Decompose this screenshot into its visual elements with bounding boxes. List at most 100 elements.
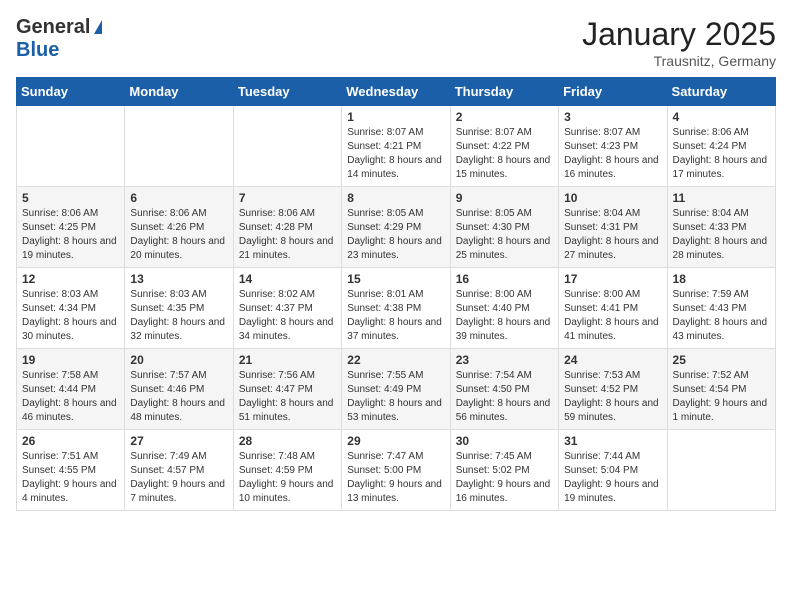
day-number: 14 <box>239 272 336 286</box>
day-number: 25 <box>673 353 770 367</box>
day-info: Sunrise: 8:07 AM Sunset: 4:22 PM Dayligh… <box>456 126 553 182</box>
calendar-cell: 4 Sunrise: 8:06 AM Sunset: 4:24 PM Daylig… <box>667 106 775 187</box>
calendar-cell: 5 Sunrise: 8:06 AM Sunset: 4:25 PM Daylig… <box>17 187 125 268</box>
calendar-cell: 10Sunrise: 8:04 AM Sunset: 4:31 PM Dayli… <box>559 187 667 268</box>
day-number: 10 <box>564 191 661 205</box>
location-text: Trausnitz, Germany <box>582 53 776 69</box>
day-info: Sunrise: 8:06 AM Sunset: 4:26 PM Dayligh… <box>130 207 227 263</box>
day-number: 3 <box>564 110 661 124</box>
day-info: Sunrise: 7:48 AM Sunset: 4:59 PM Dayligh… <box>239 450 336 506</box>
calendar-week-5: 26Sunrise: 7:51 AM Sunset: 4:55 PM Dayli… <box>17 430 776 511</box>
title-area: January 2025 Trausnitz, Germany <box>582 16 776 69</box>
calendar-cell: 6 Sunrise: 8:06 AM Sunset: 4:26 PM Daylig… <box>125 187 233 268</box>
day-info: Sunrise: 8:05 AM Sunset: 4:30 PM Dayligh… <box>456 207 553 263</box>
day-number: 29 <box>347 434 444 448</box>
calendar-cell: 25Sunrise: 7:52 AM Sunset: 4:54 PM Dayli… <box>667 349 775 430</box>
day-number: 4 <box>673 110 770 124</box>
day-info: Sunrise: 7:57 AM Sunset: 4:46 PM Dayligh… <box>130 369 227 425</box>
day-info: Sunrise: 8:06 AM Sunset: 4:24 PM Dayligh… <box>673 126 770 182</box>
calendar-cell <box>17 106 125 187</box>
day-number: 7 <box>239 191 336 205</box>
calendar-cell: 24Sunrise: 7:53 AM Sunset: 4:52 PM Dayli… <box>559 349 667 430</box>
day-info: Sunrise: 7:58 AM Sunset: 4:44 PM Dayligh… <box>22 369 119 425</box>
day-header-wednesday: Wednesday <box>342 78 450 106</box>
day-header-tuesday: Tuesday <box>233 78 341 106</box>
day-header-monday: Monday <box>125 78 233 106</box>
calendar-cell: 7 Sunrise: 8:06 AM Sunset: 4:28 PM Daylig… <box>233 187 341 268</box>
calendar-cell <box>667 430 775 511</box>
calendar-week-2: 5 Sunrise: 8:06 AM Sunset: 4:25 PM Daylig… <box>17 187 776 268</box>
calendar-cell: 30 Sunrise: 7:45 AM Sunset: 5:02 PM Dayli… <box>450 430 558 511</box>
day-number: 19 <box>22 353 119 367</box>
calendar-cell: 26Sunrise: 7:51 AM Sunset: 4:55 PM Dayli… <box>17 430 125 511</box>
day-number: 6 <box>130 191 227 205</box>
day-number: 12 <box>22 272 119 286</box>
day-header-thursday: Thursday <box>450 78 558 106</box>
calendar-cell: 1 Sunrise: 8:07 AM Sunset: 4:21 PM Daylig… <box>342 106 450 187</box>
day-info: Sunrise: 8:01 AM Sunset: 4:38 PM Dayligh… <box>347 288 444 344</box>
calendar-week-1: 1 Sunrise: 8:07 AM Sunset: 4:21 PM Daylig… <box>17 106 776 187</box>
calendar-cell: 17 Sunrise: 8:00 AM Sunset: 4:41 PM Dayli… <box>559 268 667 349</box>
day-number: 1 <box>347 110 444 124</box>
logo: General Blue <box>16 16 102 62</box>
day-info: Sunrise: 7:49 AM Sunset: 4:57 PM Dayligh… <box>130 450 227 506</box>
logo-general-text: General <box>16 16 90 39</box>
calendar-cell: 23Sunrise: 7:54 AM Sunset: 4:50 PM Dayli… <box>450 349 558 430</box>
day-header-friday: Friday <box>559 78 667 106</box>
header-row: SundayMondayTuesdayWednesdayThursdayFrid… <box>17 78 776 106</box>
calendar-cell <box>233 106 341 187</box>
calendar-cell: 15 Sunrise: 8:01 AM Sunset: 4:38 PM Dayli… <box>342 268 450 349</box>
calendar-cell: 8 Sunrise: 8:05 AM Sunset: 4:29 PM Daylig… <box>342 187 450 268</box>
day-info: Sunrise: 7:59 AM Sunset: 4:43 PM Dayligh… <box>673 288 770 344</box>
page-header: General Blue January 2025 Trausnitz, Ger… <box>16 16 776 69</box>
day-info: Sunrise: 8:07 AM Sunset: 4:23 PM Dayligh… <box>564 126 661 182</box>
day-info: Sunrise: 8:00 AM Sunset: 4:41 PM Dayligh… <box>564 288 661 344</box>
day-info: Sunrise: 8:02 AM Sunset: 4:37 PM Dayligh… <box>239 288 336 344</box>
day-info: Sunrise: 8:04 AM Sunset: 4:33 PM Dayligh… <box>673 207 770 263</box>
calendar-cell: 29 Sunrise: 7:47 AM Sunset: 5:00 PM Dayli… <box>342 430 450 511</box>
calendar-cell: 14 Sunrise: 8:02 AM Sunset: 4:37 PM Dayli… <box>233 268 341 349</box>
day-number: 15 <box>347 272 444 286</box>
day-info: Sunrise: 7:47 AM Sunset: 5:00 PM Dayligh… <box>347 450 444 506</box>
calendar-cell: 9 Sunrise: 8:05 AM Sunset: 4:30 PM Daylig… <box>450 187 558 268</box>
calendar-week-4: 19 Sunrise: 7:58 AM Sunset: 4:44 PM Dayli… <box>17 349 776 430</box>
day-info: Sunrise: 8:00 AM Sunset: 4:40 PM Dayligh… <box>456 288 553 344</box>
day-number: 8 <box>347 191 444 205</box>
logo-triangle-icon <box>94 20 102 34</box>
day-number: 9 <box>456 191 553 205</box>
day-info: Sunrise: 8:05 AM Sunset: 4:29 PM Dayligh… <box>347 207 444 263</box>
day-header-sunday: Sunday <box>17 78 125 106</box>
calendar-cell: 27 Sunrise: 7:49 AM Sunset: 4:57 PM Dayli… <box>125 430 233 511</box>
calendar-cell: 20 Sunrise: 7:57 AM Sunset: 4:46 PM Dayli… <box>125 349 233 430</box>
day-number: 5 <box>22 191 119 205</box>
calendar-cell: 31Sunrise: 7:44 AM Sunset: 5:04 PM Dayli… <box>559 430 667 511</box>
day-number: 24 <box>564 353 661 367</box>
day-number: 20 <box>130 353 227 367</box>
day-info: Sunrise: 8:03 AM Sunset: 4:35 PM Dayligh… <box>130 288 227 344</box>
day-info: Sunrise: 7:55 AM Sunset: 4:49 PM Dayligh… <box>347 369 444 425</box>
calendar-cell <box>125 106 233 187</box>
day-info: Sunrise: 7:45 AM Sunset: 5:02 PM Dayligh… <box>456 450 553 506</box>
calendar-cell: 12 Sunrise: 8:03 AM Sunset: 4:34 PM Dayli… <box>17 268 125 349</box>
logo-blue-text: Blue <box>16 39 59 62</box>
day-number: 28 <box>239 434 336 448</box>
day-number: 16 <box>456 272 553 286</box>
calendar-cell: 28 Sunrise: 7:48 AM Sunset: 4:59 PM Dayli… <box>233 430 341 511</box>
calendar-cell: 3 Sunrise: 8:07 AM Sunset: 4:23 PM Daylig… <box>559 106 667 187</box>
day-info: Sunrise: 8:06 AM Sunset: 4:25 PM Dayligh… <box>22 207 119 263</box>
day-number: 31 <box>564 434 661 448</box>
day-number: 17 <box>564 272 661 286</box>
calendar-cell: 21Sunrise: 7:56 AM Sunset: 4:47 PM Dayli… <box>233 349 341 430</box>
day-info: Sunrise: 8:07 AM Sunset: 4:21 PM Dayligh… <box>347 126 444 182</box>
day-number: 26 <box>22 434 119 448</box>
day-number: 22 <box>347 353 444 367</box>
calendar-cell: 18Sunrise: 7:59 AM Sunset: 4:43 PM Dayli… <box>667 268 775 349</box>
day-info: Sunrise: 8:06 AM Sunset: 4:28 PM Dayligh… <box>239 207 336 263</box>
day-info: Sunrise: 8:03 AM Sunset: 4:34 PM Dayligh… <box>22 288 119 344</box>
day-number: 27 <box>130 434 227 448</box>
calendar-cell: 13 Sunrise: 8:03 AM Sunset: 4:35 PM Dayli… <box>125 268 233 349</box>
calendar-cell: 22 Sunrise: 7:55 AM Sunset: 4:49 PM Dayli… <box>342 349 450 430</box>
day-number: 30 <box>456 434 553 448</box>
calendar-week-3: 12 Sunrise: 8:03 AM Sunset: 4:34 PM Dayli… <box>17 268 776 349</box>
day-number: 13 <box>130 272 227 286</box>
